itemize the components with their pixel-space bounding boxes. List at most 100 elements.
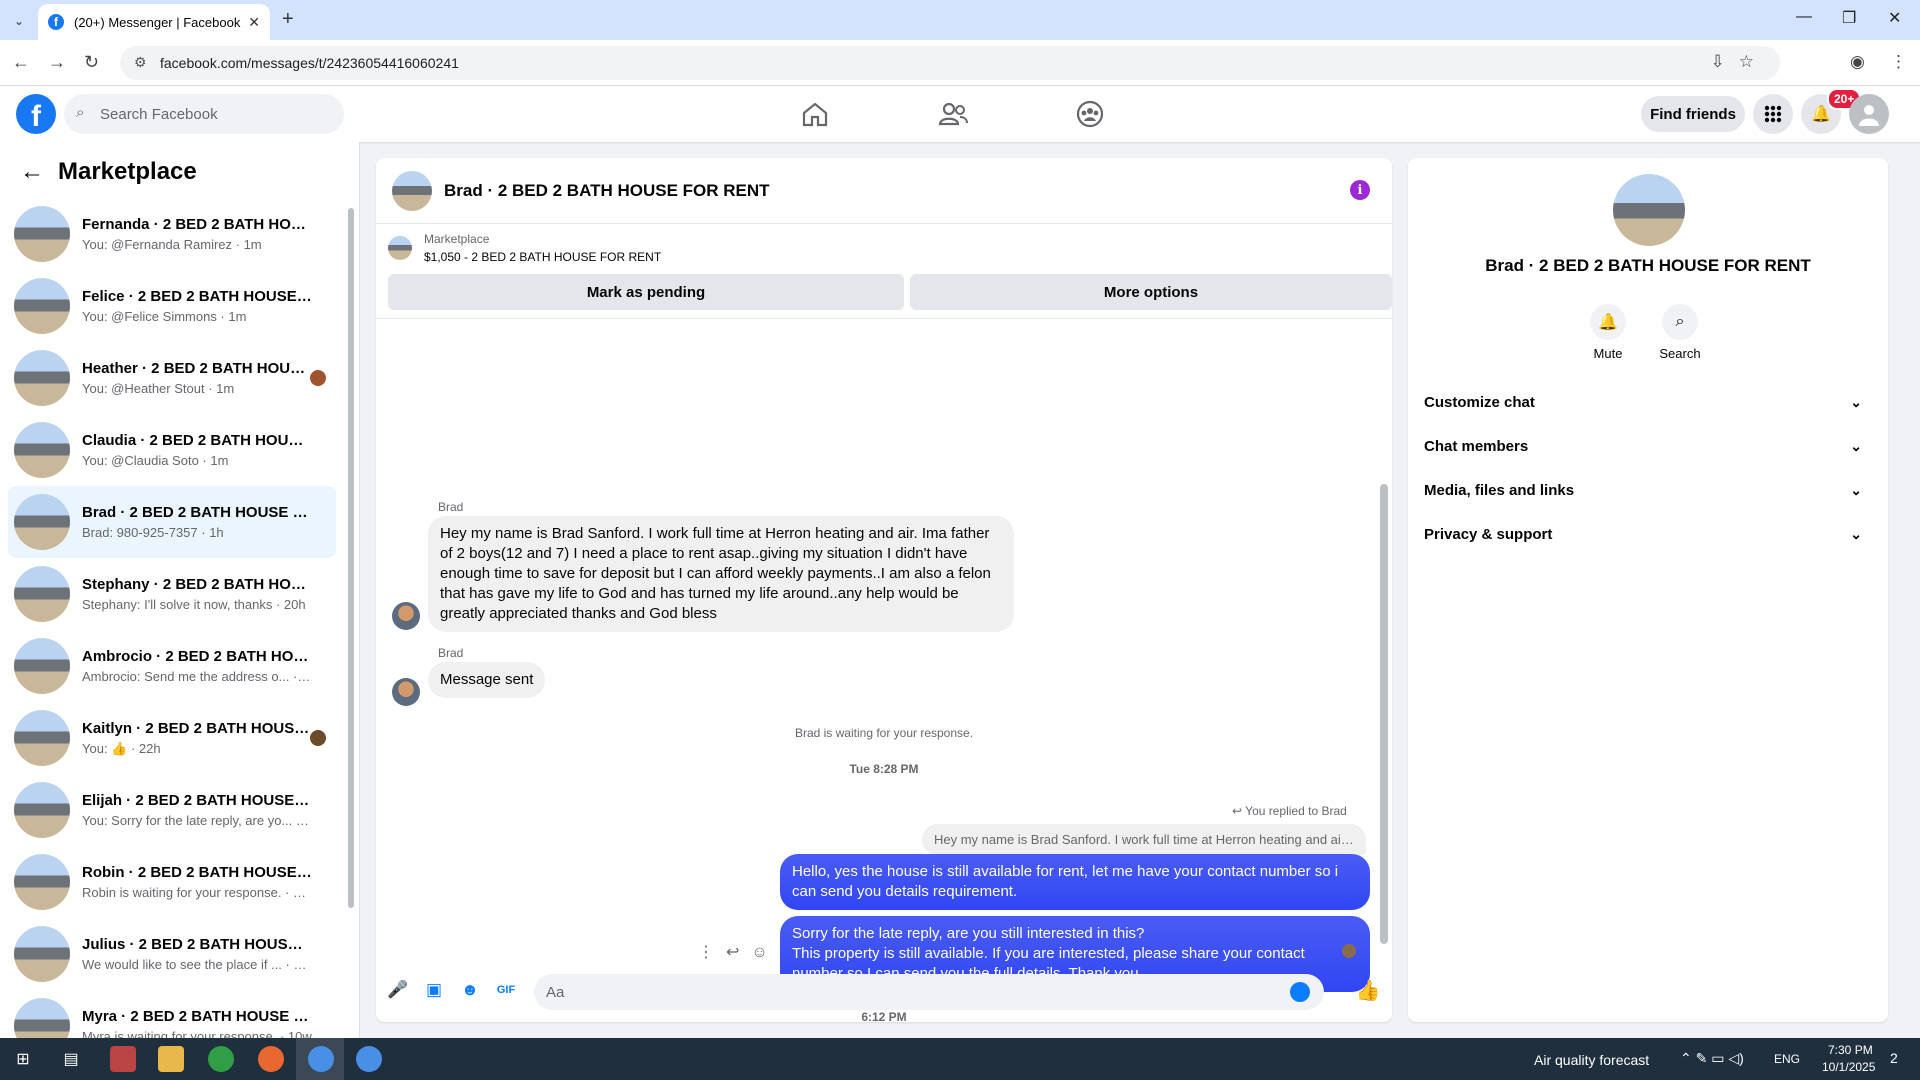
info-icon[interactable]: i [1350,180,1370,200]
tab-title: (20+) Messenger | Facebook [74,14,241,30]
file-explorer-icon[interactable] [158,1046,184,1072]
incoming-message[interactable]: Hey my name is Brad Sanford. I work full… [428,516,1014,632]
list-scrollbar[interactable] [348,208,354,908]
conversation-name: Brad · 2 BED 2 BATH HOUSE FOR RENT [82,504,312,521]
conversation-name: Fernanda · 2 BED 2 BATH HOUSE FOR RENT [82,216,312,233]
facebook-favicon-icon: f [48,14,64,30]
marketplace-listing-banner[interactable]: Marketplace $1,050 - 2 BED 2 BATH HOUSE … [388,232,661,264]
conversation-item[interactable]: Heather · 2 BED 2 BATH HOUSE FOR RENT You… [8,342,336,414]
microphone-icon[interactable]: 🎤 [387,980,408,1000]
conversation-name: Heather · 2 BED 2 BATH HOUSE FOR RENT [82,360,312,377]
conversation-item[interactable]: Julius · 2 BED 2 BATH HOUSE FOR RENT We w… [8,918,336,990]
listing-thumbnail [14,566,70,622]
search-placeholder: Search Facebook [100,105,218,123]
task-view-icon[interactable]: ▤ [58,1046,84,1072]
clock-time[interactable]: 7:30 PM [1828,1043,1873,1057]
more-options-button[interactable]: More options [910,274,1392,310]
chrome-icon[interactable] [356,1046,382,1072]
media-files-links-section[interactable]: Media, files and links ⌄ [1424,468,1872,512]
conversation-item[interactable]: Kaitlyn · 2 BED 2 BATH HOUSE FOR RENT You… [8,702,336,774]
conversation-preview: You: @Claudia Soto · 1m [82,453,229,468]
site-info-icon[interactable]: ⚙ [134,54,147,71]
profile-icon[interactable]: ◉ [1850,52,1865,72]
conversation-item[interactable]: Claudia · 2 BED 2 BATH HOUSE FOR RENT You… [8,414,336,486]
new-tab-icon[interactable]: + [282,8,294,31]
customize-chat-section[interactable]: Customize chat ⌄ [1424,380,1872,424]
conversation-item[interactable]: Robin · 2 BED 2 BATH HOUSE FOR RENT Robin… [8,846,336,918]
menu-grid-icon[interactable] [1753,94,1793,134]
search-button[interactable]: ⌕ Search [1650,304,1710,361]
mute-button[interactable]: 🔔 Mute [1578,304,1638,361]
close-window-icon[interactable]: ✕ [1888,8,1901,28]
chat-title[interactable]: Brad · 2 BED 2 BATH HOUSE FOR RENT [444,181,770,201]
find-friends-button[interactable]: Find friends [1641,96,1745,132]
brad-avatar [392,602,420,630]
chrome-icon[interactable] [258,1046,284,1072]
facebook-logo-icon[interactable]: f [16,94,56,134]
sticker-icon[interactable]: ☻ [460,980,480,1000]
tab-search-icon[interactable]: ⌄ [8,10,30,32]
privacy-support-section[interactable]: Privacy & support ⌄ [1424,512,1872,556]
restore-icon[interactable]: ❐ [1842,8,1856,28]
clock-date[interactable]: 10/1/2025 [1822,1060,1875,1074]
conversation-name: Elijah · 2 BED 2 BATH HOUSE FOR RENT [82,792,312,809]
groups-icon[interactable] [1070,96,1110,132]
chrome-icon[interactable] [308,1046,334,1072]
conversation-preview: Ambrocio: Send me the address o... · 21h [82,669,312,684]
seen-avatar [310,370,326,386]
listing-thumbnail [14,638,70,694]
incoming-message[interactable]: Message sent [428,662,546,698]
chrome-icon[interactable] [208,1046,234,1072]
conversation-preview: Brad: 980-925-7357 · 1h [82,525,224,540]
chat-scrollbar[interactable] [1380,484,1388,944]
home-icon[interactable] [795,96,835,132]
conversation-item[interactable]: Stephany · 2 BED 2 BATH HOUSE FOR RENT St… [8,558,336,630]
conversation-preview: You: @Heather Stout · 1m [82,381,235,396]
conversation-item[interactable]: Ambrocio · 2 BED 2 BATH HOUSE FOR RENT Am… [8,630,336,702]
message-input[interactable]: Aa [534,974,1324,1010]
notification-center-icon[interactable]: 2 [1890,1050,1898,1066]
friends-icon[interactable] [933,96,973,132]
browser-menu-icon[interactable]: ⋮ [1890,52,1907,72]
chat-listing-thumbnail[interactable] [392,170,432,211]
seen-avatar [310,730,326,746]
back-icon[interactable]: ← [12,52,30,73]
replied-to-label: ↩ You replied to Brad [1232,804,1347,818]
forward-icon[interactable]: → [48,52,66,73]
conversation-item[interactable]: Myra · 2 BED 2 BATH HOUSE FOR RENT Myra i… [8,990,336,1038]
thumbs-up-icon[interactable]: 👍 [1356,980,1381,1002]
conversation-item[interactable]: Felice · 2 BED 2 BATH HOUSE FOR RENT You:… [8,270,336,342]
photo-icon[interactable]: ▣ [424,980,444,1000]
account-avatar[interactable] [1849,94,1889,134]
section-label: Privacy & support [1424,525,1553,543]
windows-taskbar: ⊞ ▤ Air quality forecast ⌃ ✎ ▭ ◁) ENG 7:… [0,1038,1920,1080]
windows-start-icon[interactable]: ⊞ [10,1046,36,1072]
mark-as-pending-button[interactable]: Mark as pending [388,274,904,310]
reload-icon[interactable]: ↻ [84,52,99,73]
quoted-message[interactable]: Hey my name is Brad Sanford. I work full… [922,824,1366,855]
back-arrow-icon[interactable]: ← [20,158,44,186]
marketplace-conversations-pane: ← Marketplace Fernanda · 2 BED 2 BATH HO… [0,142,360,1038]
conversation-item[interactable]: Elijah · 2 BED 2 BATH HOUSE FOR RENT You:… [8,774,336,846]
listing-thumbnail [388,236,412,260]
gif-icon[interactable]: GIF [496,980,516,1000]
language-indicator[interactable]: ENG [1774,1052,1800,1066]
divider [376,318,1392,319]
tray-icons[interactable]: ⌃ ✎ ▭ ◁) [1680,1050,1744,1067]
reply-icon: ↩ [1232,804,1246,818]
chat-members-section[interactable]: Chat members ⌄ [1424,424,1872,468]
message-composer: 🎤 ▣ ☻ GIF Aa 👍 [376,958,1392,1022]
minimize-icon[interactable]: — [1796,8,1812,26]
browser-tab[interactable]: f (20+) Messenger | Facebook ✕ [38,4,270,40]
weather-text[interactable]: Air quality forecast [1534,1052,1649,1068]
app-icon[interactable] [110,1046,136,1072]
close-tab-icon[interactable]: ✕ [248,14,260,31]
conversation-item-active[interactable]: Brad · 2 BED 2 BATH HOUSE FOR RENT Brad: … [8,486,336,558]
emoji-icon[interactable] [1290,982,1310,1002]
facebook-search-input[interactable]: ⌕ Search Facebook [64,94,344,134]
install-and-bookmark-icon[interactable]: ⇩☆ [1711,52,1768,72]
conversation-preview: Robin is waiting for your response. · 10… [82,885,312,900]
outgoing-message[interactable]: Hello, yes the house is still available … [780,854,1370,910]
conversation-item[interactable]: Fernanda · 2 BED 2 BATH HOUSE FOR RENT Yo… [8,198,336,270]
url-field[interactable]: ⚙ facebook.com/messages/t/24236054416060… [120,46,1780,80]
